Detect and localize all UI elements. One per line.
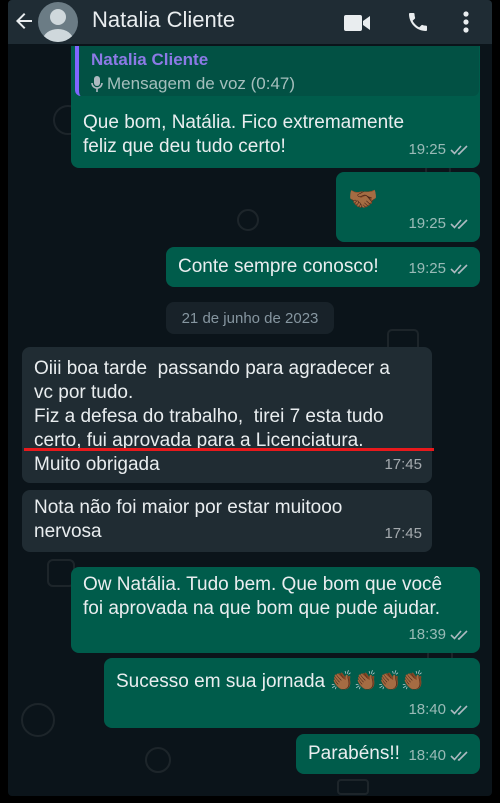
double-check-icon xyxy=(450,751,468,761)
phone-icon[interactable] xyxy=(406,10,430,34)
video-call-icon[interactable] xyxy=(342,12,372,34)
message-bubble[interactable]: Parabéns!! 18:40 xyxy=(296,734,480,774)
double-check-icon xyxy=(450,630,468,640)
message-meta: 17:45 xyxy=(384,522,422,546)
message-bubble[interactable]: Ow Natália. Tudo bem. Que bom que você f… xyxy=(71,567,480,653)
quoted-text: Mensagem de voz (0:47) xyxy=(107,74,296,93)
chat-window: Natalia Cliente Natalia Cliente Mensagem… xyxy=(8,0,492,796)
double-check-icon xyxy=(450,705,468,715)
quoted-message[interactable]: Natalia Cliente Mensagem de voz (0:47) xyxy=(75,46,479,96)
message-text: Sucesso em sua jornada 👏🏾👏🏾👏🏾👏🏾 xyxy=(116,671,426,692)
message-bubble[interactable]: Natalia Cliente Mensagem de voz (0:47) Q… xyxy=(71,46,480,168)
message-meta: 19:25 xyxy=(408,212,470,236)
more-options-icon[interactable] xyxy=(462,10,470,34)
quoted-sender: Natalia Cliente xyxy=(91,50,209,69)
red-underline-annotation xyxy=(24,448,434,451)
message-text: Oiii boa tarde passando para agradecer a… xyxy=(34,358,390,475)
message-emoji: 🤝🏾 xyxy=(348,186,378,213)
message-time: 19:25 xyxy=(408,215,446,232)
message-meta: 18:39 xyxy=(408,623,470,647)
message-meta: 19:25 xyxy=(408,257,470,281)
message-meta: 18:40 xyxy=(408,744,470,768)
message-meta: 17:45 xyxy=(384,453,422,477)
microphone-icon xyxy=(91,76,103,92)
message-time: 19:25 xyxy=(408,260,446,277)
message-meta: 18:40 xyxy=(408,698,470,722)
double-check-icon xyxy=(450,264,468,274)
avatar-icon xyxy=(43,9,73,42)
message-text: Ow Natália. Tudo bem. Que bom que você f… xyxy=(83,574,443,619)
message-text: Nota não foi maior por estar muitooo ner… xyxy=(34,497,343,542)
quoted-text-row: Mensagem de voz (0:47) xyxy=(91,72,295,96)
message-bubble[interactable]: Oiii boa tarde passando para agradecer a… xyxy=(22,347,432,483)
message-time: 17:45 xyxy=(384,456,422,473)
message-bubble[interactable]: Sucesso em sua jornada 👏🏾👏🏾👏🏾👏🏾 18:40 xyxy=(104,658,480,728)
message-time: 18:40 xyxy=(408,701,446,718)
message-time: 18:40 xyxy=(408,747,446,764)
double-check-icon xyxy=(450,145,468,155)
chat-header: Natalia Cliente xyxy=(8,0,492,44)
message-time: 17:45 xyxy=(384,525,422,542)
message-bubble[interactable]: 🤝🏾 19:25 xyxy=(336,172,480,242)
message-bubble[interactable]: Nota não foi maior por estar muitooo ner… xyxy=(22,490,432,552)
double-check-icon xyxy=(450,219,468,229)
message-meta: 19:25 xyxy=(408,138,470,162)
contact-name[interactable]: Natalia Cliente xyxy=(92,7,235,33)
date-separator: 21 de junho de 2023 xyxy=(166,302,334,334)
avatar[interactable] xyxy=(38,2,78,42)
message-time: 19:25 xyxy=(408,141,446,158)
message-bubble[interactable]: Conte sempre conosco! 19:25 xyxy=(166,247,480,287)
back-arrow-icon[interactable] xyxy=(12,8,36,34)
message-time: 18:39 xyxy=(408,626,446,643)
